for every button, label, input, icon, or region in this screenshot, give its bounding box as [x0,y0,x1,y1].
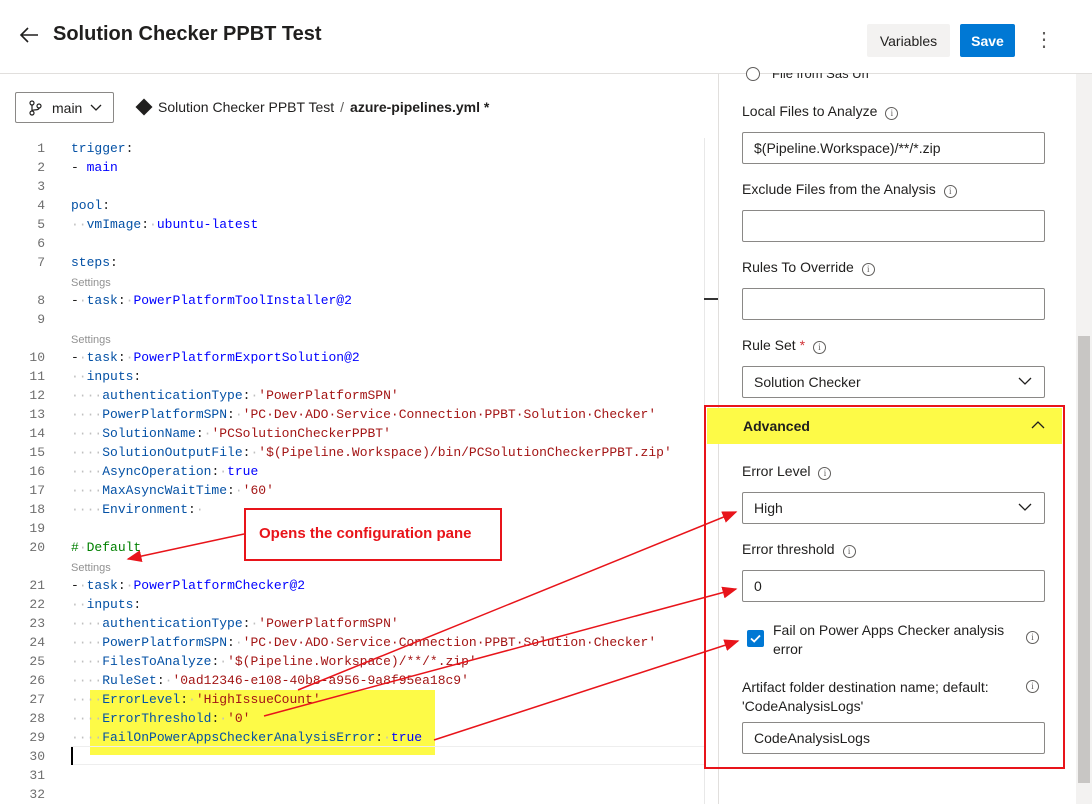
code-line[interactable]: 32 [0,785,715,804]
overview-ruler-mark [704,298,718,300]
code-line[interactable]: 8 -·task:·PowerPlatformToolInstaller@2 [0,291,715,310]
rule-set-select[interactable]: Solution Checker [742,366,1045,398]
breadcrumb-file: azure-pipelines.yml * [350,99,490,115]
code-line[interactable]: 12 ····authenticationType:·'PowerPlatform… [0,386,715,405]
code-line[interactable]: 30 [0,747,715,766]
back-arrow-icon[interactable] [18,24,40,46]
code-line[interactable]: 5 ··vmImage:·ubuntu-latest [0,215,715,234]
rule-set-label: Rule Set * i [742,337,827,354]
code-line[interactable]: 1 trigger: [0,139,715,158]
text-caret [71,747,73,765]
code-line[interactable]: 16 ····AsyncOperation:·true [0,462,715,481]
settings-codelens[interactable]: Settings [71,276,111,290]
code-line[interactable]: 9 [0,310,715,329]
info-icon[interactable]: i [861,263,875,276]
required-mark: * [799,337,806,353]
settings-codelens[interactable]: Settings [71,333,111,347]
code-line[interactable]: 3 [0,177,715,196]
code-line[interactable]: 22 ··inputs: [0,595,715,614]
info-icon[interactable]: i [813,341,827,354]
code-line[interactable]: 15 ····SolutionOutputFile:·'$(Pipeline.Wo… [0,443,715,462]
file-from-sas-uri-radio[interactable] [746,67,760,81]
breadcrumb-separator: / [340,99,345,115]
local-files-label: Local Files to Analyze i [742,103,899,120]
local-files-input[interactable]: $(Pipeline.Workspace)/**/*.zip [742,132,1045,164]
rules-override-input[interactable] [742,288,1045,320]
rule-set-value: Solution Checker [754,374,861,390]
info-icon[interactable]: i [885,107,899,120]
chevron-down-icon [1018,377,1032,385]
rules-override-label: Rules To Override i [742,259,875,276]
code-line[interactable]: 21 -·task:·PowerPlatformChecker@2 [0,576,715,595]
code-line[interactable]: 10 -·task:·PowerPlatformExportSolution@2 [0,348,715,367]
code-line[interactable]: 4 pool: [0,196,715,215]
code-line[interactable]: 23 ····authenticationType:·'PowerPlatform… [0,614,715,633]
page-title: Solution Checker PPBT Test [53,23,322,45]
breadcrumb-pipeline[interactable]: Solution Checker PPBT Test [158,99,334,115]
code-line[interactable]: 7 steps: [0,253,715,272]
annotation-callout-text: Opens the configuration pane [259,525,472,542]
exclude-files-input[interactable] [742,210,1045,242]
code-line[interactable]: 26 ····RuleSet:·'0ad12346-e108-40b8-a956-… [0,671,715,690]
code-line[interactable]: 2- main [0,158,715,177]
more-options-icon[interactable]: ⋮ [1034,28,1054,52]
code-line[interactable]: 11 ··inputs: [0,367,715,386]
code-line[interactable]: 13 ····PowerPlatformSPN:·'PC·Dev·ADO·Serv… [0,405,715,424]
code-line[interactable]: 29 ····FailOnPowerAppsCheckerAnalysisErro… [0,728,715,747]
branch-name: main [52,100,83,116]
code-line[interactable]: 6 [0,234,715,253]
variables-button[interactable]: Variables [867,24,950,57]
pane-scrollbar-thumb[interactable] [1078,336,1090,783]
exclude-files-label: Exclude Files from the Analysis i [742,181,957,198]
code-line[interactable]: 31 [0,766,715,785]
code-line[interactable]: 17 ····MaxAsyncWaitTime:·'60' [0,481,715,500]
pipeline-icon [135,98,153,116]
branch-selector[interactable]: main [15,92,114,123]
advanced-annotation-box [704,405,1065,769]
save-button[interactable]: Save [960,24,1015,57]
code-line[interactable]: 14 ····SolutionName:·'PCSolutionCheckerPP… [0,424,715,443]
settings-codelens[interactable]: Settings [71,561,111,575]
branch-icon [29,100,42,116]
breadcrumb: Solution Checker PPBT Test / azure-pipelin… [135,98,490,116]
code-line[interactable]: 25 ····FilesToAnalyze:·'$(Pipeline.Worksp… [0,652,715,671]
code-line[interactable]: 24 ····PowerPlatformSPN:·'PC·Dev·ADO·Serv… [0,633,715,652]
code-line[interactable]: 27 ····ErrorLevel:·'HighIssueCount' [0,690,715,709]
chevron-down-icon [90,104,102,111]
page-header: Solution Checker PPBT Test Variables Sav… [0,0,1092,74]
info-icon[interactable]: i [943,185,957,198]
code-line[interactable]: 28 ····ErrorThreshold:·'0' [0,709,715,728]
